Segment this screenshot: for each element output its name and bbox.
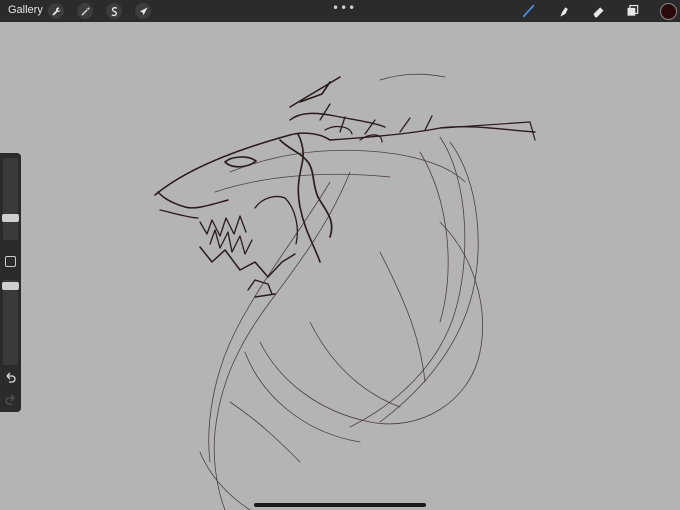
eraser-icon[interactable]	[589, 2, 607, 20]
brush-icon[interactable]	[520, 2, 538, 20]
color-swatch[interactable]	[660, 3, 677, 20]
opacity-thumb[interactable]	[2, 282, 19, 290]
drawing-canvas[interactable]	[0, 22, 680, 510]
undo-icon[interactable]	[4, 371, 17, 384]
redo-icon[interactable]	[4, 393, 17, 406]
modify-button[interactable]	[5, 256, 16, 267]
transform-arrow-icon[interactable]	[135, 3, 151, 19]
gallery-button[interactable]: Gallery	[8, 4, 43, 16]
layers-icon[interactable]	[624, 2, 642, 20]
brush-size-thumb[interactable]	[2, 214, 19, 222]
magic-wand-icon[interactable]	[77, 3, 93, 19]
brush-size-slider[interactable]	[3, 158, 18, 240]
home-indicator	[254, 503, 426, 507]
more-options-button[interactable]: •••	[332, 1, 356, 15]
opacity-slider[interactable]	[3, 280, 18, 365]
left-sidebar	[0, 153, 21, 412]
selection-icon[interactable]	[106, 3, 122, 19]
smudge-icon[interactable]	[555, 2, 573, 20]
dragon-sketch	[154, 73, 536, 510]
top-toolbar: Gallery •••	[0, 0, 680, 22]
wrench-icon[interactable]	[48, 3, 64, 19]
